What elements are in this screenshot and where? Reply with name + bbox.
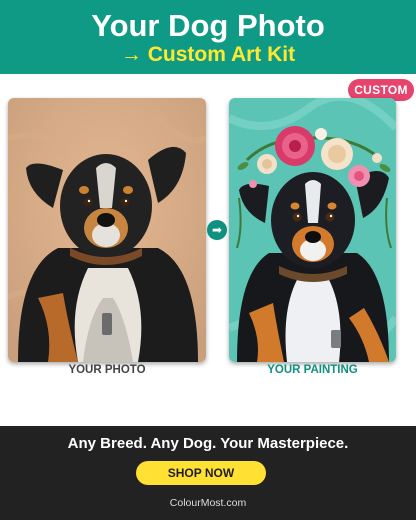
shop-now-button[interactable]: SHOP NOW	[136, 461, 266, 485]
tagline: Any Breed. Any Dog. Your Masterpiece.	[67, 435, 349, 452]
dog-photo	[8, 98, 206, 362]
your-photo-caption: YOUR PHOTO	[68, 364, 146, 376]
your-painting-caption: YOUR PAINTING	[267, 364, 358, 376]
page-title: Your Dog Photo	[91, 8, 325, 43]
page-subtitle: → Custom Art Kit	[120, 43, 296, 66]
dog-painting	[229, 98, 396, 362]
site-link[interactable]: ColourMost.com	[0, 497, 416, 509]
arrow-right-icon: ➡	[207, 220, 227, 240]
footer-banner: Any Breed. Any Dog. Your Masterpiece. SH…	[0, 426, 416, 520]
header-banner: Your Dog Photo → Custom Art Kit	[0, 0, 416, 74]
